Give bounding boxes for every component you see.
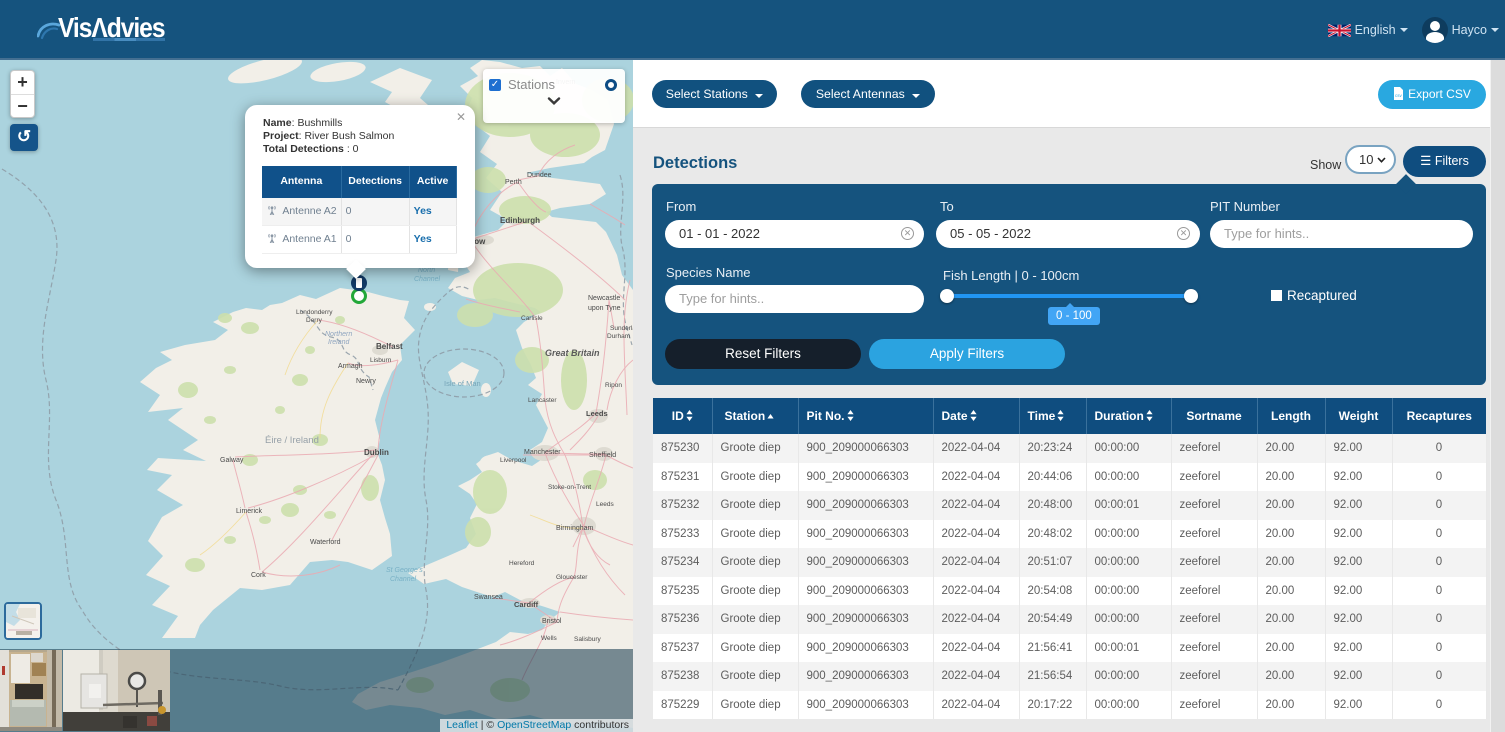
svg-text:Lisburn: Lisburn (370, 357, 392, 364)
svg-text:Isle of Man: Isle of Man (444, 379, 481, 388)
svg-text:Belfast: Belfast (376, 342, 403, 351)
svg-text:Londonderry: Londonderry (296, 309, 333, 316)
svg-text:Ireland: Ireland (328, 339, 351, 346)
svg-text:Gloucester: Gloucester (556, 574, 588, 581)
svg-text:North: North (418, 267, 435, 274)
svg-text:Edinburgh: Edinburgh (500, 216, 540, 225)
svg-text:St George's: St George's (386, 567, 423, 574)
svg-text:Galway: Galway (220, 457, 244, 464)
svg-text:Éire / Ireland: Éire / Ireland (265, 435, 319, 446)
svg-text:Sunderland: Sunderland (610, 325, 633, 332)
svg-text:Derry: Derry (306, 317, 323, 324)
svg-text:Armagh: Armagh (338, 363, 363, 370)
svg-text:Dundee: Dundee (527, 172, 552, 179)
svg-text:Newcastle: Newcastle (588, 295, 620, 302)
svg-text:Perth: Perth (505, 179, 522, 186)
svg-text:Waterford: Waterford (310, 539, 341, 546)
svg-text:Carlisle: Carlisle (521, 315, 543, 322)
svg-text:Swansea: Swansea (474, 594, 503, 601)
svg-text:Birmingham: Birmingham (556, 525, 594, 532)
svg-text:Channel: Channel (414, 276, 441, 283)
svg-text:Northern: Northern (325, 331, 352, 338)
svg-text:Lancaster: Lancaster (528, 397, 557, 404)
svg-text:Wells: Wells (541, 635, 558, 642)
svg-text:Cardiff: Cardiff (514, 600, 539, 609)
svg-text:Dublin: Dublin (364, 448, 389, 457)
svg-text:Durham: Durham (607, 333, 630, 340)
svg-text:Great Britain: Great Britain (545, 348, 600, 358)
svg-text:Stoke-on-Trent: Stoke-on-Trent (548, 484, 591, 491)
svg-text:Sheffield: Sheffield (589, 452, 616, 459)
svg-text:Ripon: Ripon (605, 382, 622, 389)
svg-text:upon Tyne: upon Tyne (588, 305, 621, 312)
svg-text:csv: csv (1395, 93, 1403, 98)
svg-text:Cork: Cork (251, 572, 266, 579)
svg-text:Leeds: Leeds (586, 409, 608, 418)
svg-text:Manchester: Manchester (524, 449, 561, 456)
svg-text:Leeds: Leeds (596, 501, 614, 508)
svg-text:Salisbury: Salisbury (574, 636, 601, 643)
svg-text:Hereford: Hereford (509, 560, 535, 567)
svg-text:Bristol: Bristol (542, 618, 562, 625)
svg-text:Limerick: Limerick (236, 508, 263, 515)
svg-text:Newry: Newry (356, 378, 376, 385)
svg-text:Liverpool: Liverpool (500, 457, 527, 464)
svg-text:Channel: Channel (390, 576, 417, 583)
